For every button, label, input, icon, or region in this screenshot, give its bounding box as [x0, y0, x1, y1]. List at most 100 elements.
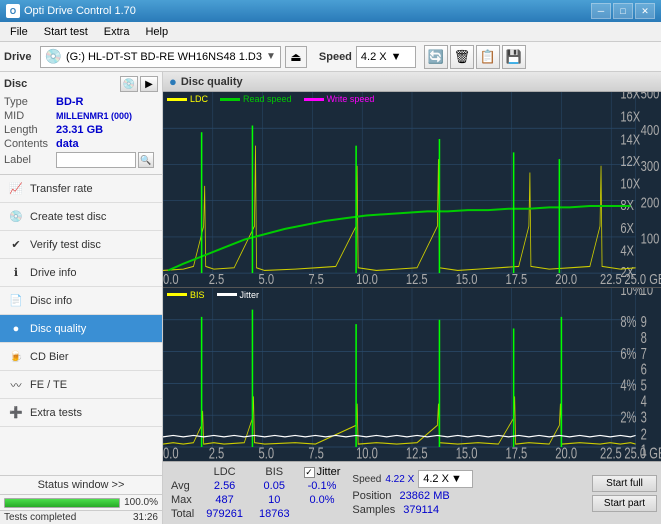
start-part-button[interactable]: Start part [592, 495, 657, 512]
max-label: Max [167, 493, 198, 507]
mid-label: MID [4, 110, 56, 122]
total-jitter [298, 507, 347, 521]
progress-percent: 100.0% [124, 497, 158, 508]
app-icon: O [6, 4, 20, 18]
sidebar-bottom: Status window >> 100.0% Tests completed … [0, 475, 162, 524]
drive-select-text: (G:) HL-DT-ST BD-RE WH16NS48 1.D3 [66, 51, 262, 63]
position-row: Position 23862 MB [352, 490, 586, 502]
stat-header-ldc: LDC [198, 465, 251, 479]
upper-legend: LDC Read speed Write speed [167, 94, 374, 104]
disc-panel: Disc 💿 ▶ Type BD-R MID MILLENMR1 (000) L… [0, 72, 162, 175]
length-value: 23.31 GB [56, 124, 103, 136]
legend-jitter: Jitter [217, 290, 260, 300]
drive-eject-button[interactable]: ⏏ [285, 46, 307, 68]
total-ldc: 979261 [198, 507, 251, 521]
legend-ldc: LDC [167, 94, 208, 104]
svg-text:5.0: 5.0 [259, 444, 275, 461]
legend-jitter-label: Jitter [240, 290, 260, 300]
legend-bis-label: BIS [190, 290, 205, 300]
svg-text:20.0: 20.0 [555, 444, 577, 461]
stats-table: LDC BIS ✓ Jitter Avg 2.56 0.05 -0.1% Max… [167, 465, 346, 521]
sidebar: Disc 💿 ▶ Type BD-R MID MILLENMR1 (000) L… [0, 72, 163, 524]
lower-legend: BIS Jitter [167, 290, 259, 300]
speed-stat-label: Speed [352, 474, 381, 485]
label-search-button[interactable]: 🔍 [138, 152, 154, 168]
total-bis: 18763 [251, 507, 298, 521]
menu-start-test[interactable]: Start test [36, 24, 96, 40]
svg-text:22.5: 22.5 [600, 270, 622, 286]
speed-stat-dropdown-value: 4.2 X [423, 473, 449, 485]
transfer-rate-icon: 📈 [8, 181, 24, 197]
menu-file[interactable]: File [2, 24, 36, 40]
speed-row: Speed 4.22 X 4.2 X ▼ [352, 470, 586, 488]
length-label: Length [4, 124, 56, 136]
label-label: Label [4, 154, 56, 166]
svg-text:5: 5 [641, 376, 648, 393]
max-jitter: 0.0% [298, 493, 347, 507]
legend-write-label: Write speed [327, 94, 375, 104]
samples-label: Samples [352, 504, 395, 516]
erase-button[interactable]: 🗑 [450, 45, 474, 69]
fe-te-icon: 〰 [8, 377, 24, 393]
svg-text:4X: 4X [620, 242, 634, 259]
svg-text:6X: 6X [620, 219, 634, 236]
start-buttons: Start full Start part [592, 475, 657, 512]
minimize-button[interactable]: ─ [591, 3, 611, 19]
jitter-checkbox[interactable]: ✓ [304, 467, 315, 478]
menu-extra[interactable]: Extra [96, 24, 138, 40]
start-full-button[interactable]: Start full [592, 475, 657, 492]
svg-text:2.5: 2.5 [209, 270, 225, 286]
svg-text:10.0: 10.0 [356, 270, 378, 286]
svg-text:17.5: 17.5 [506, 270, 528, 286]
speed-dropdown[interactable]: 4.2 X ▼ [356, 46, 416, 68]
svg-text:25.0 GB: 25.0 GB [624, 444, 661, 461]
maximize-button[interactable]: □ [613, 3, 633, 19]
svg-text:500: 500 [641, 92, 660, 102]
sidebar-item-fe-te[interactable]: 〰 FE / TE [0, 371, 162, 399]
samples-value: 379114 [403, 504, 439, 516]
chart-header: ● Disc quality [163, 72, 661, 92]
disc-icons: 💿 ▶ [120, 76, 158, 92]
sidebar-label-disc-info: Disc info [30, 295, 72, 307]
disc-label-row: Label 🔍 [4, 152, 158, 168]
label-input[interactable] [56, 152, 136, 168]
sidebar-item-cd-bier[interactable]: 🍺 CD Bier [0, 343, 162, 371]
window-controls[interactable]: ─ □ ✕ [591, 3, 655, 19]
menu-help[interactable]: Help [137, 24, 176, 40]
sidebar-item-disc-info[interactable]: 📄 Disc info [0, 287, 162, 315]
extra-tests-icon: ➕ [8, 405, 24, 421]
drive-dropdown-arrow[interactable]: ▼ [266, 51, 276, 62]
sidebar-label-verify-test-disc: Verify test disc [30, 239, 101, 251]
drivebar: Drive 💿 (G:) HL-DT-ST BD-RE WH16NS48 1.D… [0, 42, 661, 72]
svg-text:400: 400 [641, 121, 660, 138]
svg-text:12.5: 12.5 [406, 444, 428, 461]
type-label: Type [4, 96, 56, 108]
disc-quality-icon: ● [8, 321, 24, 337]
disc-icon-btn2[interactable]: ▶ [140, 76, 158, 92]
svg-text:100: 100 [641, 230, 660, 247]
sidebar-item-verify-test-disc[interactable]: ✔ Verify test disc [0, 231, 162, 259]
svg-text:22.5: 22.5 [600, 444, 622, 461]
sidebar-item-create-test-disc[interactable]: 💿 Create test disc [0, 203, 162, 231]
disc-icon-btn1[interactable]: 💿 [120, 76, 138, 92]
sidebar-item-drive-info[interactable]: ℹ Drive info [0, 259, 162, 287]
refresh-button[interactable]: 🔄 [424, 45, 448, 69]
drive-dropdown[interactable]: 💿 (G:) HL-DT-ST BD-RE WH16NS48 1.D3 ▼ [40, 46, 281, 68]
status-window-button[interactable]: Status window >> [0, 475, 162, 494]
disc-length-row: Length 23.31 GB [4, 124, 158, 136]
sidebar-item-disc-quality[interactable]: ● Disc quality [0, 315, 162, 343]
svg-text:8%: 8% [620, 313, 636, 330]
save-button[interactable]: 💾 [502, 45, 526, 69]
sidebar-item-transfer-rate[interactable]: 📈 Transfer rate [0, 175, 162, 203]
svg-text:7.5: 7.5 [308, 444, 324, 461]
legend-ldc-color [167, 98, 187, 101]
content-area: ● Disc quality LDC Read speed [163, 72, 661, 524]
legend-bis-color [167, 293, 187, 296]
sidebar-item-extra-tests[interactable]: ➕ Extra tests [0, 399, 162, 427]
sidebar-label-create-test-disc: Create test disc [30, 211, 106, 223]
contents-label: Contents [4, 138, 56, 150]
svg-text:17.5: 17.5 [506, 444, 528, 461]
copy-button[interactable]: 📋 [476, 45, 500, 69]
speed-stat-dropdown[interactable]: 4.2 X ▼ [418, 470, 473, 488]
close-button[interactable]: ✕ [635, 3, 655, 19]
